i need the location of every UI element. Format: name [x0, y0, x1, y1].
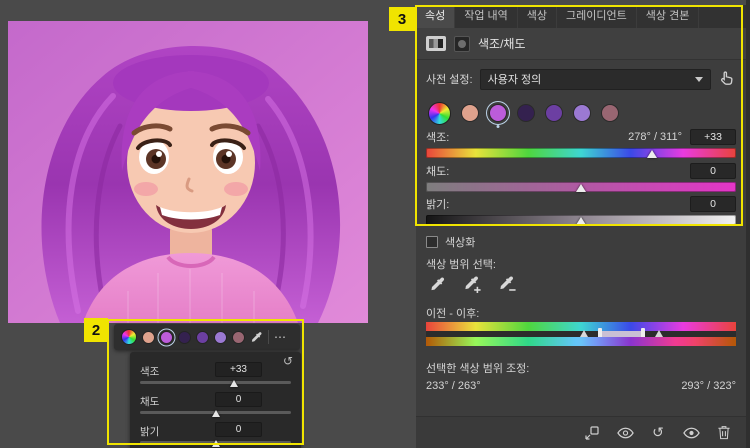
mini-saturation-slider-handle[interactable]	[211, 410, 220, 417]
color-wheel-icon[interactable]	[428, 101, 451, 125]
visibility-eye-icon[interactable]	[682, 424, 700, 442]
hue-label-row: 색조: 278° / 311° +33	[426, 129, 736, 145]
saturation-slider[interactable]	[426, 182, 736, 192]
clip-to-layer-icon[interactable]	[583, 424, 601, 442]
mini-swatch-2-selected[interactable]	[160, 330, 173, 344]
reset-icon[interactable]: ↺	[649, 424, 667, 442]
mini-swatch-4[interactable]	[196, 330, 209, 344]
mini-hue-slider-handle[interactable]	[229, 380, 238, 387]
color-swatch-6[interactable]	[601, 104, 619, 122]
preset-swatch-row	[416, 98, 746, 128]
tab-properties[interactable]: 속성	[416, 5, 456, 28]
color-range-label: 색상 범위 선택:	[426, 259, 496, 271]
mini-hue-slider[interactable]	[140, 380, 291, 387]
hue-slider[interactable]	[426, 148, 736, 158]
tab-gradients[interactable]: 그레이디언트	[557, 5, 637, 28]
preset-dropdown[interactable]: 사용자 정의	[479, 68, 711, 90]
adjustment-icon	[426, 36, 446, 51]
eyedropper-plus-icon[interactable]	[461, 273, 483, 295]
lightness-slider[interactable]	[426, 215, 736, 225]
mini-swatch-6[interactable]	[232, 330, 245, 344]
canvas-image	[8, 21, 368, 323]
mini-swatch-1[interactable]	[142, 330, 155, 344]
photoshop-workspace: 속성 작업 내역 색상 그레이디언트 색상 견본 색조/채도 사전 설정: 사용…	[0, 0, 750, 448]
view-previous-state-icon[interactable]	[616, 424, 634, 442]
hue-label: 색조:	[426, 132, 450, 144]
saturation-value-field[interactable]: 0	[690, 163, 736, 179]
tab-history[interactable]: 작업 내역	[455, 5, 518, 28]
hue-range-falloff-right-handle[interactable]	[654, 330, 663, 337]
annotation-3-label: 3	[389, 7, 415, 31]
mini-saturation-label: 채도	[140, 396, 160, 408]
mini-hue-value-field[interactable]: +33	[215, 362, 262, 377]
mini-swatch-bar: ⋯	[114, 324, 300, 350]
color-swatch-3[interactable]	[517, 104, 535, 122]
saturation-label: 채도:	[426, 166, 450, 178]
hue-range-spectrum	[426, 322, 736, 346]
hue-range-text: 278° / 311°	[628, 131, 682, 143]
annotation-2-label: 2	[84, 318, 108, 342]
saturation-label-row: 채도: 0	[426, 163, 736, 179]
mini-saturation-slider[interactable]	[140, 410, 291, 417]
chevron-down-icon	[695, 76, 703, 82]
before-after-label: 이전 - 이후:	[426, 308, 480, 320]
mini-adjustment-panel: ↺ 색조 +33 채도 0 밝기 0	[130, 352, 301, 448]
mini-lightness-row: 밝기 0	[140, 422, 291, 448]
eyedropper-minus-icon[interactable]	[496, 273, 518, 295]
range-value-right: 293° / 323°	[681, 380, 736, 392]
colorize-label: 색상화	[445, 237, 476, 249]
color-swatch-4[interactable]	[545, 104, 563, 122]
color-swatch-2-selected[interactable]	[489, 104, 507, 122]
mini-lightness-value-field[interactable]: 0	[215, 422, 262, 437]
range-value-left: 233° / 263°	[426, 380, 481, 392]
color-wheel-icon[interactable]	[121, 329, 137, 345]
adjustment-header: 색조/채도	[416, 28, 746, 60]
workspace-edge	[746, 0, 750, 448]
color-swatch-1[interactable]	[461, 104, 479, 122]
more-options-icon[interactable]: ⋯	[274, 330, 287, 344]
lightness-label-row: 밝기: 0	[426, 196, 736, 212]
adjustment-title: 색조/채도	[478, 37, 526, 51]
hue-range-falloff-left-handle[interactable]	[580, 330, 589, 337]
adjust-range-label: 선택한 색상 범위 조정:	[426, 363, 530, 375]
mini-lightness-slider[interactable]	[140, 440, 291, 447]
mini-swatch-3[interactable]	[178, 330, 191, 344]
hue-slider-handle[interactable]	[647, 150, 658, 158]
panel-tab-bar: 속성 작업 내역 색상 그레이디언트 색상 견본	[416, 5, 746, 28]
lightness-value-field[interactable]: 0	[690, 196, 736, 212]
targeted-adjustment-icon[interactable]	[718, 70, 736, 88]
eyedropper-icon[interactable]	[426, 273, 448, 295]
hue-spectrum-after-bar	[426, 337, 736, 346]
preset-label: 사전 설정:	[426, 74, 473, 86]
mini-lightness-label: 밝기	[140, 426, 160, 438]
tab-color[interactable]: 색상	[518, 5, 558, 28]
colorize-checkbox[interactable]	[426, 236, 438, 248]
properties-panel: 속성 작업 내역 색상 그레이디언트 색상 견본 색조/채도 사전 설정: 사용…	[416, 5, 746, 448]
mini-hue-label: 색조	[140, 366, 160, 378]
color-swatch-5[interactable]	[573, 104, 591, 122]
lightness-slider-handle[interactable]	[576, 217, 586, 225]
mini-swatch-5[interactable]	[214, 330, 227, 344]
layer-mask-icon	[454, 35, 470, 52]
lightness-label: 밝기:	[426, 199, 450, 211]
range-values-row: 233° / 263° 293° / 323°	[426, 380, 736, 392]
eyedropper-group	[426, 273, 518, 295]
eyedropper-icon[interactable]	[250, 331, 263, 344]
divider	[268, 330, 269, 344]
panel-footer: ↺	[416, 416, 746, 448]
colorize-row: 색상화	[426, 234, 475, 250]
tab-swatches[interactable]: 색상 견본	[637, 5, 700, 28]
mini-hue-row: 색조 +33	[140, 362, 291, 392]
delete-icon[interactable]	[715, 424, 733, 442]
mini-saturation-value-field[interactable]: 0	[215, 392, 262, 407]
preset-value: 사용자 정의	[487, 74, 542, 86]
mini-saturation-row: 채도 0	[140, 392, 291, 422]
mini-lightness-slider-handle[interactable]	[211, 440, 220, 447]
preset-row: 사전 설정: 사용자 정의	[416, 67, 746, 91]
saturation-slider-handle[interactable]	[576, 184, 586, 192]
hue-value-field[interactable]: +33	[690, 129, 736, 145]
